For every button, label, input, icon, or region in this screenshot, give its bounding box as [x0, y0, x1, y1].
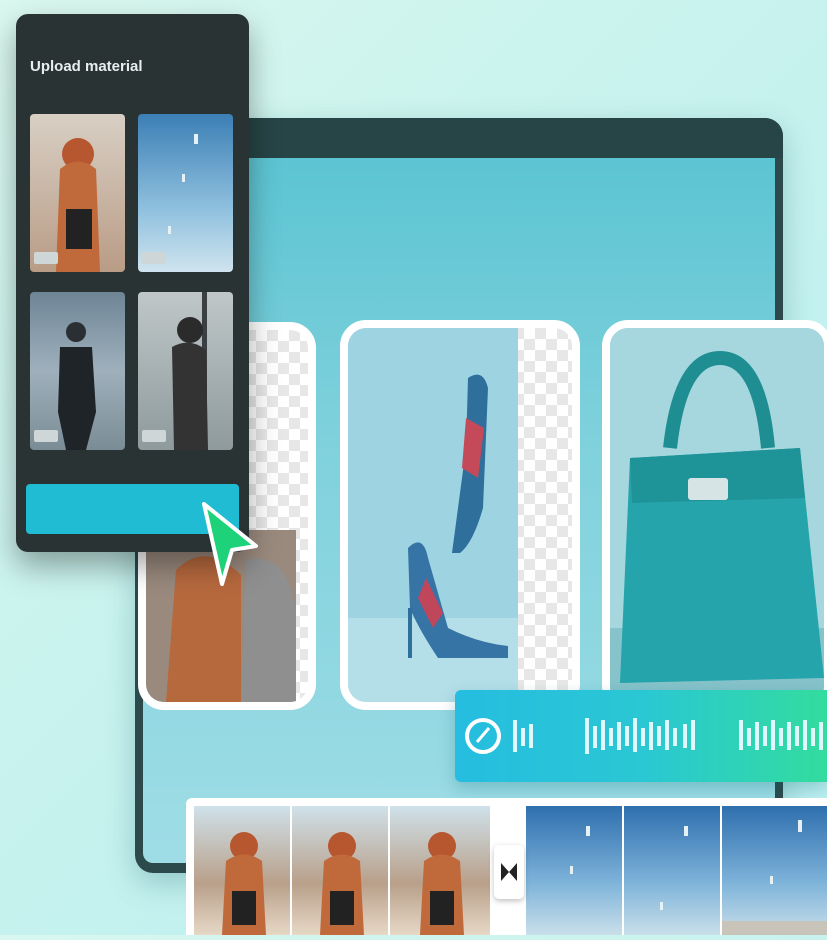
frame-graphic: [722, 820, 827, 935]
canvas-card-shoes[interactable]: [340, 320, 580, 710]
transition-glyph: [501, 863, 517, 881]
thumbnail-tag: [142, 430, 166, 442]
filmstrip-frame: [722, 806, 827, 935]
frame-graphic: [420, 832, 464, 935]
thumbnail-woman-pole[interactable]: [138, 292, 233, 450]
filmstrip-frame: [194, 806, 290, 935]
thumb-graphic: [168, 134, 198, 234]
transition-icon[interactable]: [494, 845, 524, 899]
canvas-card-handbag[interactable]: [602, 320, 827, 712]
filmstrip-frame: [624, 806, 720, 935]
heels-photo: [348, 328, 518, 702]
thumbnail-tag: [142, 252, 166, 264]
filmstrip-frame: [292, 806, 388, 935]
frame-graphic: [570, 826, 590, 874]
filmstrip-frame: [526, 806, 622, 935]
handbag-photo: [610, 328, 824, 704]
thumb-graphic: [58, 322, 96, 450]
thumbnail-tag: [34, 252, 58, 264]
audio-waveform: [465, 718, 823, 754]
panel-title: Upload material: [30, 58, 143, 75]
audio-track[interactable]: [455, 690, 827, 782]
thumbnail-woman-red-hair[interactable]: [30, 114, 125, 272]
thumb-graphic: [56, 138, 100, 272]
upload-material-panel: Upload material: [16, 14, 249, 552]
thumb-graphic: [172, 292, 208, 450]
frame-graphic: [660, 826, 688, 910]
frame-graphic: [320, 832, 364, 935]
thumbnail-tag: [34, 430, 58, 442]
thumbnail-sky[interactable]: [138, 114, 233, 272]
thumbnail-man-street[interactable]: [30, 292, 125, 450]
cursor-arrow-icon: [202, 502, 258, 586]
frame-graphic: [222, 832, 266, 935]
filmstrip-frame: [390, 806, 490, 935]
